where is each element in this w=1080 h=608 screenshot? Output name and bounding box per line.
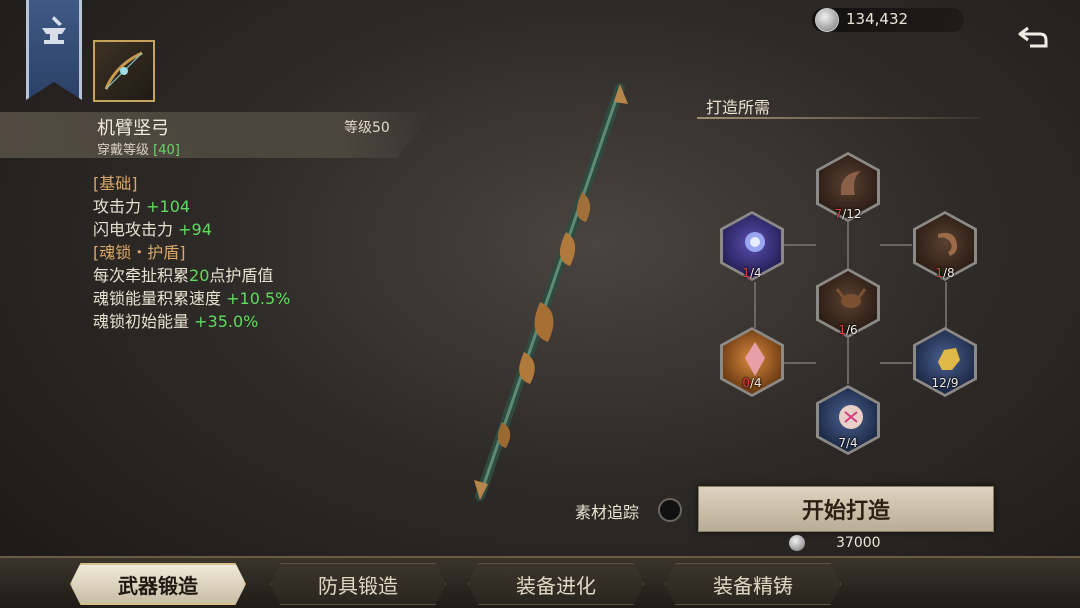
basic-stats-header: [基础] — [93, 174, 138, 193]
currency-amount: 134,432 — [846, 10, 909, 28]
material-count: 7/12 — [834, 207, 862, 221]
material-count: 0/4 — [742, 376, 762, 390]
scorpion-material-icon — [835, 288, 867, 308]
soul-line1-prefix: 每次牵扯积累 — [93, 266, 190, 285]
soul-speed-value: +10.5% — [226, 289, 291, 308]
back-arrow-icon[interactable] — [1016, 24, 1050, 52]
item-stats: [基础] 攻击力 +104 闪电攻击力 +94 [魂锁・护盾] 每次牵扯积累20… — [93, 172, 413, 333]
requirements-title: 打造所需 — [706, 98, 771, 117]
anvil-icon — [42, 16, 66, 44]
item-icon[interactable] — [93, 40, 155, 102]
tab-equipment-refine[interactable]: 装备精铸 — [665, 563, 841, 605]
bow-thumbnail-icon — [104, 51, 143, 90]
stat-lightning-value: +94 — [178, 220, 212, 239]
soul-initial-label: 魂锁初始能量 — [93, 312, 190, 331]
soul-speed-label: 魂锁能量积累速度 — [93, 289, 222, 308]
tab-armor-forge[interactable]: 防具锻造 — [270, 563, 446, 605]
stat-soul-initial: 魂锁初始能量 +35.0% — [93, 310, 413, 333]
requirements-divider — [697, 117, 979, 119]
tentacle-material-icon — [938, 232, 958, 256]
material-count: 1/6 — [838, 323, 858, 337]
stat-lightning: 闪电攻击力 +94 — [93, 218, 413, 241]
silver-coin-icon — [815, 8, 839, 32]
material-track-toggle[interactable] — [658, 498, 682, 522]
stat-lightning-label: 闪电攻击力 — [93, 220, 174, 239]
stat-soul-speed: 魂锁能量积累速度 +10.5% — [93, 287, 413, 310]
material-track-label: 素材追踪 — [575, 503, 640, 522]
material-link — [880, 244, 912, 246]
stat-attack-label: 攻击力 — [93, 197, 142, 216]
wear-level: 穿戴等级 [40] — [97, 139, 180, 158]
forge-banner — [26, 0, 82, 100]
material-link — [784, 244, 816, 246]
silver-coin-icon — [789, 535, 805, 551]
soul-initial-value: +35.0% — [194, 312, 259, 331]
spirit-crystal-material-icon — [745, 232, 765, 252]
rune-stone-material-icon — [839, 405, 863, 429]
stat-soul-shield: 每次牵扯积累20点护盾值 — [93, 264, 413, 287]
soul-line1-value: 20 — [189, 266, 210, 285]
material-link — [754, 282, 756, 328]
material-link — [945, 282, 947, 328]
gold-ore-material-icon — [938, 348, 960, 370]
material-count: 12/9 — [931, 376, 959, 390]
item-level: 等级50 — [344, 120, 390, 136]
material-count: 1/8 — [935, 266, 955, 280]
bow-model-image — [474, 83, 628, 501]
material-link — [847, 222, 849, 268]
wear-level-value: [40] — [153, 143, 180, 158]
stat-attack-value: +104 — [146, 197, 191, 216]
soul-stats-header: [魂锁・护盾] — [93, 243, 186, 262]
material-link — [880, 362, 912, 364]
pink-crystal-material-icon — [745, 342, 765, 376]
item-name: 机臂坚弓 — [97, 118, 169, 139]
material-link — [784, 362, 816, 364]
stat-attack: 攻击力 +104 — [93, 195, 413, 218]
tab-equipment-evolve[interactable]: 装备进化 — [468, 563, 644, 605]
tab-weapon-forge[interactable]: 武器锻造 — [70, 563, 246, 605]
horn-material-icon — [840, 171, 861, 195]
material-link — [847, 338, 849, 384]
wear-level-label: 穿戴等级 — [97, 143, 150, 158]
material-count: 7/4 — [838, 436, 858, 450]
start-forge-button[interactable]: 开始打造 — [698, 486, 994, 532]
material-count: 1/4 — [742, 266, 762, 280]
forge-cost: 37000 — [836, 535, 881, 551]
soul-line1-suffix: 点护盾值 — [209, 266, 274, 285]
